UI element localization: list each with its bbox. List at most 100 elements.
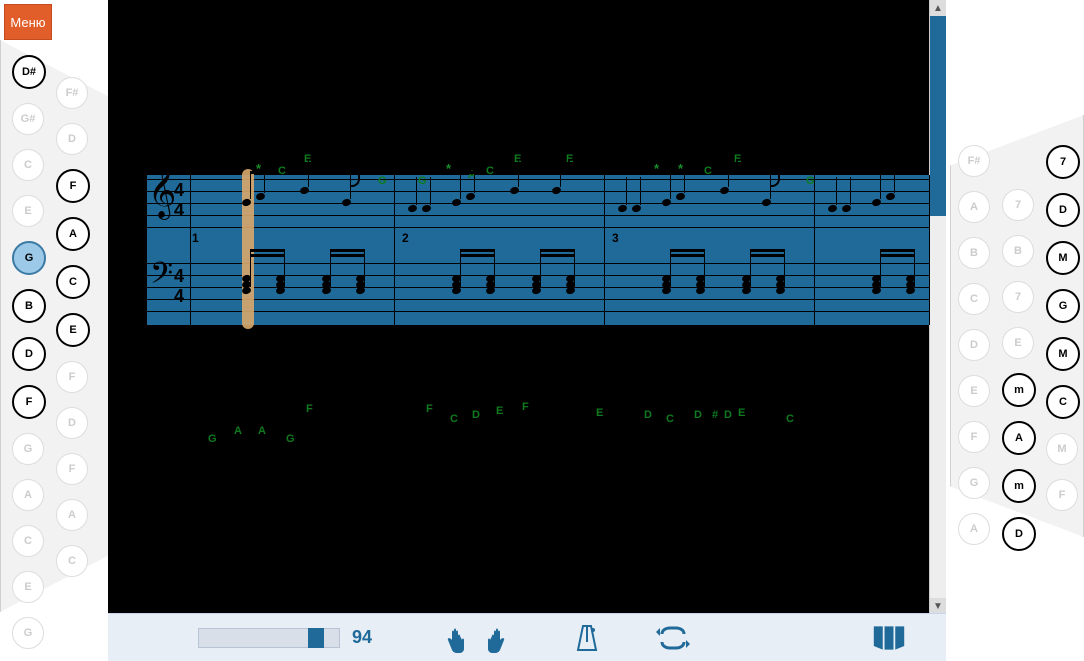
note-flag (728, 159, 738, 175)
note-label: A (258, 425, 266, 437)
right-c3-btn-7[interactable]: F (1046, 479, 1078, 511)
score-scrollbar[interactable]: ▲ ▼ (929, 0, 946, 614)
staff-system[interactable]: 𝄞 4 4 𝄢 4 4 1 2 3 *CEGG*ACEE**CEGGAAFGFC… (146, 175, 930, 325)
right-c1-btn-3[interactable]: C (958, 283, 990, 315)
right-hand-toggle[interactable] (484, 621, 518, 655)
scroll-thumb[interactable] (930, 16, 946, 216)
right-c2-btn-2[interactable]: 7 (1002, 281, 1034, 313)
note-label: G (806, 175, 815, 187)
left-inner-btn-2[interactable]: F (56, 169, 90, 203)
right-c3-btn-6[interactable]: M (1046, 433, 1078, 465)
right-c2-btn-6[interactable]: m (1002, 469, 1036, 503)
note-label: C (450, 413, 458, 425)
left-inner-btn-4[interactable]: C (56, 265, 90, 299)
left-inner-btn-0[interactable]: F# (56, 77, 88, 109)
right-c1-btn-4[interactable]: D (958, 329, 990, 361)
right-c1-btn-0[interactable]: F# (958, 145, 990, 177)
beam (880, 171, 906, 174)
left-inner-btn-9[interactable]: A (56, 499, 88, 531)
left-inner-btn-1[interactable]: D (56, 123, 88, 155)
scroll-up-arrow[interactable]: ▲ (930, 0, 946, 16)
beam (750, 249, 784, 252)
left-inner-btn-10[interactable]: C (56, 545, 88, 577)
note-stem (430, 177, 431, 205)
left-inner-btn-3[interactable]: A (56, 217, 90, 251)
left-outer-btn-12[interactable]: G (12, 617, 44, 649)
barline (190, 175, 191, 325)
left-inner-btn-5[interactable]: E (56, 313, 90, 347)
barline (146, 175, 147, 325)
left-inner-btn-8[interactable]: F (56, 453, 88, 485)
loop-toggle[interactable] (656, 621, 690, 655)
beam (250, 171, 276, 174)
left-hand-toggle[interactable] (438, 621, 472, 655)
right-column-3: 7DMGMCMF (1046, 138, 1080, 518)
right-c1-btn-8[interactable]: A (958, 513, 990, 545)
right-c3-btn-5[interactable]: C (1046, 385, 1080, 419)
note-label: E (738, 407, 745, 419)
right-c2-btn-4[interactable]: m (1002, 373, 1036, 407)
right-c2-btn-7[interactable]: D (1002, 517, 1036, 551)
note-label: D (694, 409, 702, 421)
left-outer-btn-7[interactable]: F (12, 385, 46, 419)
right-c3-btn-3[interactable]: G (1046, 289, 1080, 323)
note-label: C (704, 165, 712, 177)
left-inner-btn-6[interactable]: F (56, 361, 88, 393)
note-stem (416, 177, 417, 205)
beam (880, 254, 914, 257)
left-outer-btn-3[interactable]: E (12, 195, 44, 227)
left-outer-btn-4[interactable]: G (12, 241, 46, 275)
right-c2-btn-1[interactable]: B (1002, 235, 1034, 267)
left-outer-btn-0[interactable]: D# (12, 55, 46, 89)
right-column-2: 7B7EmAmD (1002, 182, 1036, 558)
tempo-slider-thumb[interactable] (308, 628, 324, 648)
bottom-toolbar: 94 (108, 613, 946, 661)
right-c3-btn-0[interactable]: 7 (1046, 145, 1080, 179)
beam (330, 254, 364, 257)
beam (540, 254, 574, 257)
beam (250, 249, 284, 252)
right-c2-btn-0[interactable]: 7 (1002, 189, 1034, 221)
right-c1-btn-5[interactable]: E (958, 375, 990, 407)
left-outer-column: D#G#CEGBDFGACEGB (12, 48, 46, 661)
scroll-down-arrow[interactable]: ▼ (930, 598, 946, 614)
left-outer-btn-8[interactable]: G (12, 433, 44, 465)
view-mode-button[interactable] (872, 621, 906, 655)
measure-number: 2 (402, 231, 409, 245)
note-label: A (234, 425, 242, 437)
note-label: D (644, 409, 652, 421)
left-outer-btn-2[interactable]: C (12, 149, 44, 181)
beam (670, 171, 696, 174)
right-c3-btn-1[interactable]: D (1046, 193, 1080, 227)
note-label: # (712, 409, 718, 421)
left-outer-btn-9[interactable]: A (12, 479, 44, 511)
treble-timesig-bot: 4 (174, 201, 184, 219)
right-c2-btn-5[interactable]: A (1002, 421, 1036, 455)
beam (880, 249, 914, 252)
note-label: G (208, 433, 217, 445)
right-c3-btn-2[interactable]: M (1046, 241, 1080, 275)
right-c2-btn-3[interactable]: E (1002, 327, 1034, 359)
note-label: G (418, 175, 427, 187)
metronome-toggle[interactable] (570, 621, 604, 655)
measure-number: 1 (192, 231, 199, 245)
right-c1-btn-7[interactable]: G (958, 467, 990, 499)
note-stem (284, 249, 285, 287)
note-label: C (278, 165, 286, 177)
left-outer-btn-6[interactable]: D (12, 337, 46, 371)
left-outer-btn-11[interactable]: E (12, 571, 44, 603)
left-inner-btn-7[interactable]: D (56, 407, 88, 439)
right-c1-btn-1[interactable]: A (958, 191, 990, 223)
left-outer-btn-10[interactable]: C (12, 525, 44, 557)
note-label: C (666, 413, 674, 425)
right-c3-btn-4[interactable]: M (1046, 337, 1080, 371)
right-c1-btn-2[interactable]: B (958, 237, 990, 269)
left-outer-btn-1[interactable]: G# (12, 103, 44, 135)
menu-button[interactable]: Меню (4, 4, 52, 40)
right-c1-btn-6[interactable]: F (958, 421, 990, 453)
app-root: Меню D#G#CEGBDFGACEGB F#DFACEFDFAC F#ABC… (0, 0, 1084, 661)
tempo-slider[interactable] (198, 628, 340, 648)
note-label: * (654, 161, 659, 176)
left-outer-btn-5[interactable]: B (12, 289, 46, 323)
note-label: C (486, 165, 494, 177)
